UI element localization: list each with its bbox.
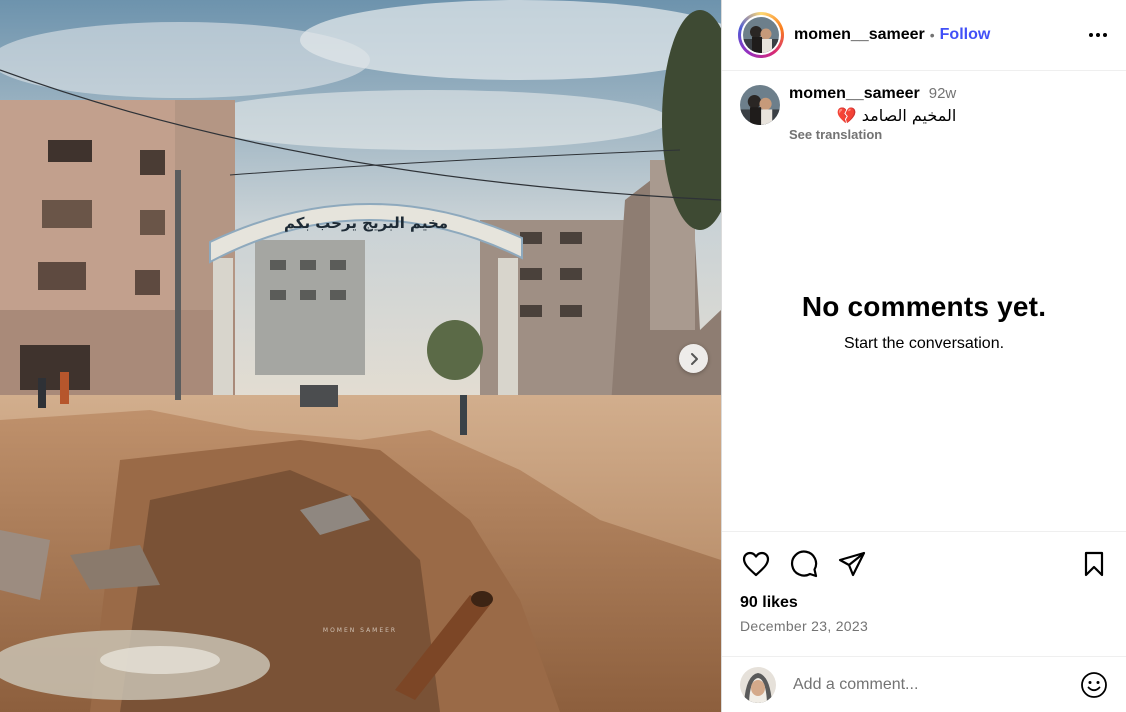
post-photo: مخيم البريج يرحب بكم MOMEN SAMEER [0,0,721,712]
author-avatar[interactable] [738,12,784,58]
bookmark-icon [1084,551,1104,577]
author-username[interactable]: momen__sameer [794,26,925,44]
current-user-avatar [740,666,776,703]
post-header: momen__sameer • Follow [722,0,1126,71]
photo-watermark: MOMEN SAMEER [323,627,397,634]
comment-input[interactable] [793,675,1080,694]
comments-empty-state: No comments yet. Start the conversation. [722,142,1126,531]
post-actions: 90 likes December 23, 2023 [722,531,1126,656]
post-date[interactable]: December 23, 2023 [740,618,1108,634]
post-age[interactable]: 92w [929,85,957,102]
caption-username[interactable]: momen__sameer [789,85,920,103]
instagram-post: مخيم البريج يرحب بكم MOMEN SAMEER momen_… [0,0,1126,712]
no-comments-title: No comments yet. [801,290,1047,322]
caption-avatar[interactable] [740,85,780,125]
post-caption: momen__sameer 92w المخيم الصامد 💔 See tr… [722,71,1126,142]
separator-dot: • [929,27,935,43]
follow-button[interactable]: Follow [940,26,991,44]
more-options-icon [1089,33,1107,37]
likes-count[interactable]: 90 likes [740,594,1108,612]
chevron-right-icon [690,352,698,365]
like-button[interactable] [740,548,772,580]
arch-sign-text: مخيم البريج يرحب بكم [284,214,448,232]
photo-scene: مخيم البريج يرحب بكم MOMEN SAMEER [0,0,721,712]
add-comment-bar [722,656,1126,712]
share-button[interactable] [836,548,868,580]
emoji-icon[interactable] [1080,671,1108,699]
heart-icon [742,551,770,577]
paper-plane-icon [838,551,866,577]
next-photo-button[interactable] [679,344,708,373]
comment-bubble-icon [790,550,818,578]
post-side-panel: momen__sameer • Follow momen__sameer 92w… [721,0,1126,712]
comment-button[interactable] [788,548,820,580]
avatar-image [743,17,779,53]
action-icon-row [740,546,1108,582]
see-translation-link[interactable]: See translation [789,127,956,142]
caption-text: المخيم الصامد 💔 [836,106,957,125]
more-options-button[interactable] [1086,23,1110,47]
save-button[interactable] [1078,548,1110,580]
no-comments-subtitle: Start the conversation. [843,334,1005,352]
